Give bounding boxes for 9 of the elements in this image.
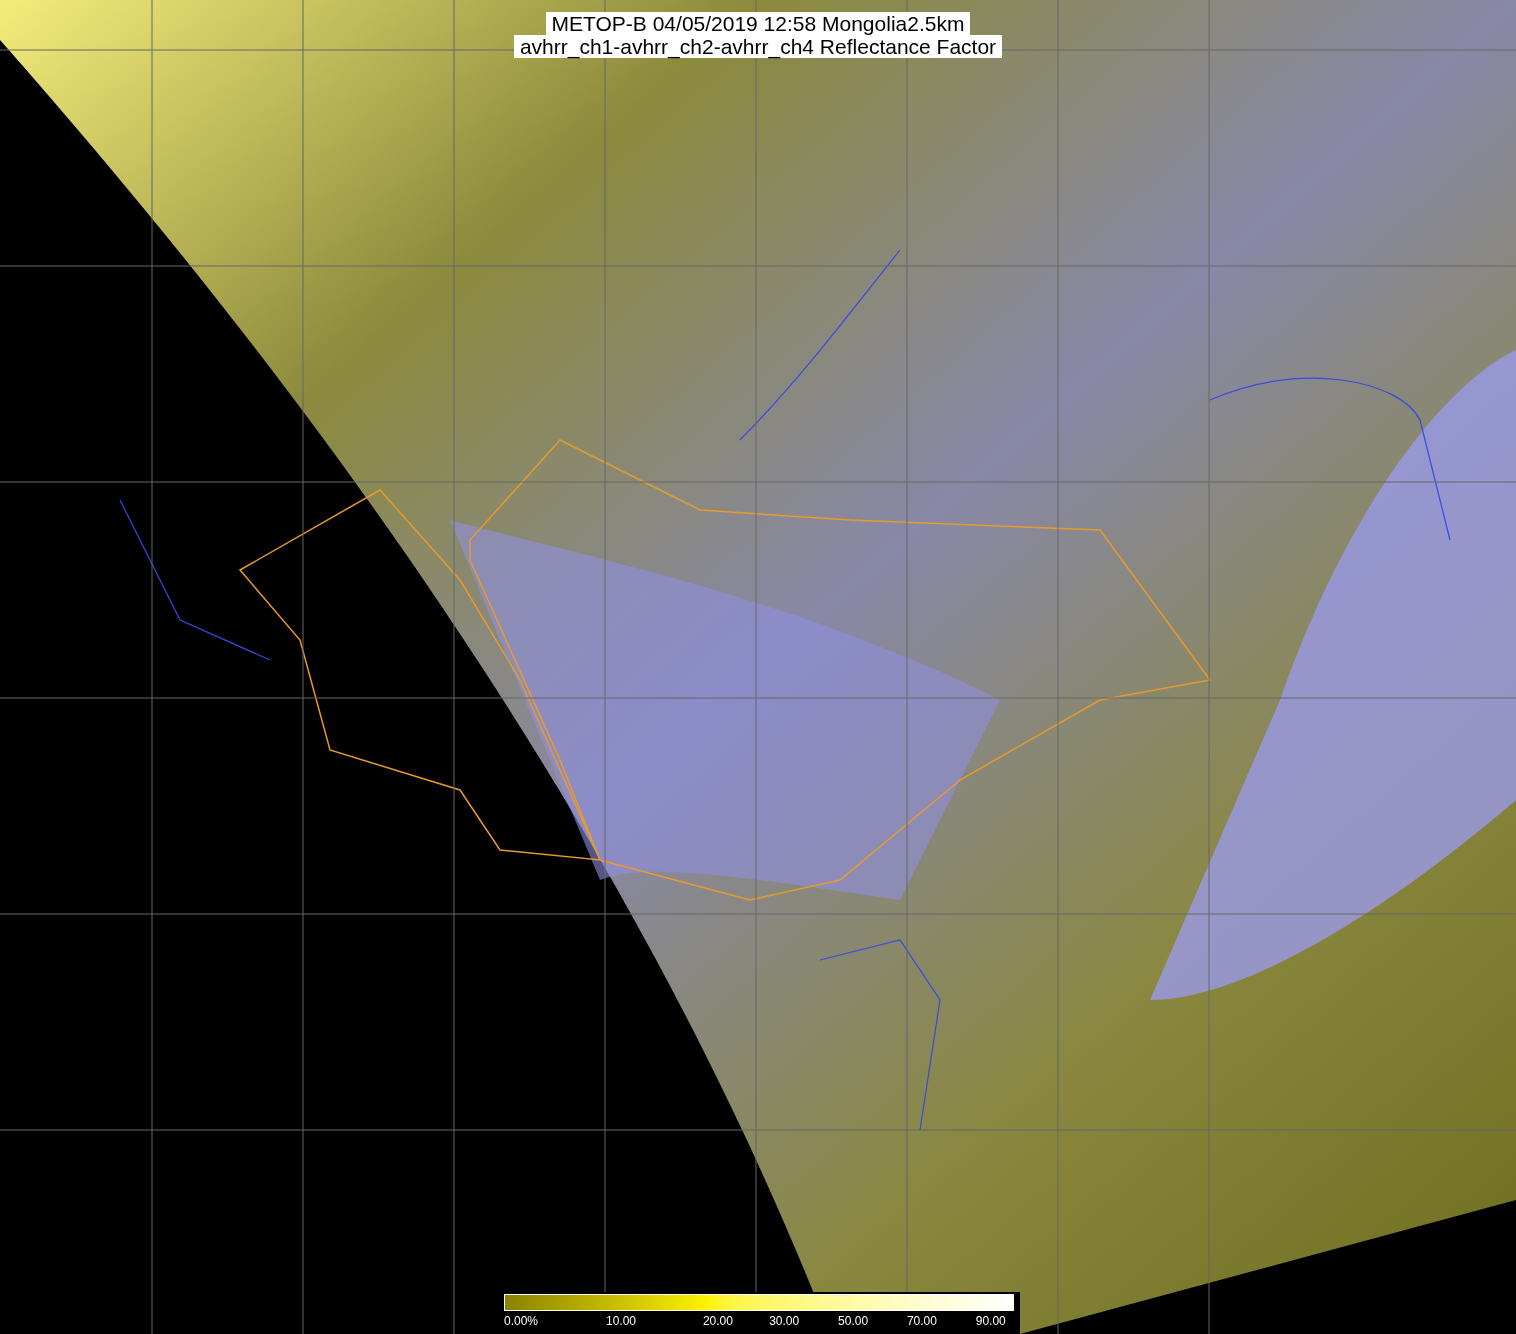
scale-label: 90.00 xyxy=(975,1313,1006,1330)
scale-label: 0.00% xyxy=(504,1313,539,1330)
scale-label: 70.00 xyxy=(906,1313,937,1330)
scale-label: 50.00 xyxy=(838,1313,869,1330)
image-title: METOP-B 04/05/2019 12:58 Mongolia2.5km xyxy=(545,12,971,35)
scale-label: 20.00 xyxy=(702,1313,733,1330)
image-title: avhrr_ch1-avhrr_ch2-avhrr_ch4 Reflectance Factor xyxy=(513,35,1003,58)
scale-label: 10.00 xyxy=(606,1313,637,1330)
scale-label: 30.00 xyxy=(769,1313,800,1330)
